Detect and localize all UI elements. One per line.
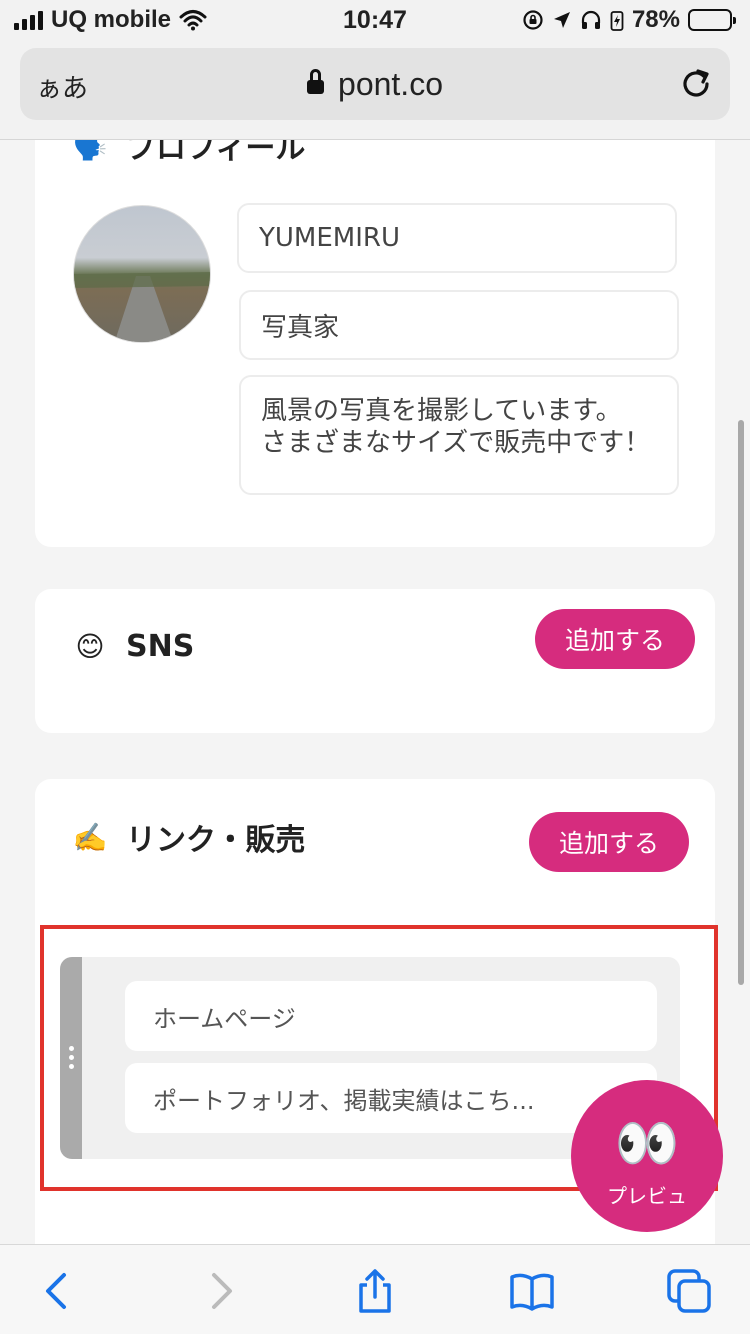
rotation-lock-icon: [523, 10, 543, 30]
occupation-field[interactable]: 写真家: [239, 290, 679, 360]
sns-title: SNS: [126, 628, 195, 664]
battery-percent: 78%: [631, 6, 680, 33]
address-bar[interactable]: ぁあ pont.co: [20, 48, 730, 120]
preview-button[interactable]: 👀 プレビュ: [571, 1080, 723, 1232]
back-icon[interactable]: [34, 1267, 82, 1315]
charging-icon: [610, 11, 624, 31]
lock-icon: [307, 69, 325, 94]
sns-card: 😊 SNS 追加する: [35, 589, 715, 733]
links-title: リンク・販売: [126, 823, 306, 858]
share-icon[interactable]: [351, 1267, 399, 1315]
status-bar: UQ mobile 10:47 78%: [0, 0, 750, 42]
eyes-icon: 👀: [614, 1114, 680, 1174]
url-host: pont.co: [338, 66, 443, 102]
avatar[interactable]: [73, 205, 211, 343]
sns-header: 😊 SNS: [70, 626, 194, 666]
occupation-field-value: 写真家: [261, 312, 340, 343]
name-field-value: YUMEMIRU: [259, 223, 400, 253]
avatar-photo: [74, 272, 210, 342]
profile-header: 🗣️ プロフィール: [70, 140, 306, 167]
browser-toolbar: [0, 1244, 750, 1334]
speaking-head-icon: 🗣️: [72, 140, 108, 162]
add-link-button[interactable]: 追加する: [529, 812, 689, 872]
smiling-face-icon: 😊: [75, 629, 105, 663]
battery-icon: [688, 9, 736, 31]
name-field[interactable]: YUMEMIRU: [237, 203, 677, 273]
page-content: 🗣️ プロフィール YUMEMIRU 写真家 風景の写真を撮影しています。 さま…: [0, 140, 750, 1244]
bio-textarea[interactable]: 風景の写真を撮影しています。 さまざまなサイズで販売中です！: [239, 375, 679, 495]
bookmarks-icon[interactable]: [508, 1267, 556, 1315]
profile-title: プロフィール: [126, 140, 306, 166]
tabs-icon[interactable]: [665, 1267, 713, 1315]
links-header: ✍️ リンク・販売: [70, 815, 306, 859]
profile-card: 🗣️ プロフィール YUMEMIRU 写真家 風景の写真を撮影しています。 さま…: [35, 140, 715, 547]
forward-icon[interactable]: [196, 1267, 244, 1315]
scrollbar[interactable]: [738, 420, 744, 985]
status-icons: 78%: [522, 6, 736, 34]
reload-icon[interactable]: [678, 66, 714, 102]
add-sns-button[interactable]: 追加する: [535, 609, 695, 669]
browser-address-area: ぁあ pont.co: [0, 42, 750, 140]
location-icon: [553, 12, 570, 28]
writing-hand-icon: ✍️: [72, 820, 108, 854]
headphones-icon: [581, 10, 601, 29]
preview-label: プレビュ: [607, 1184, 687, 1208]
bio-textarea-value: 風景の写真を撮影しています。 さまざまなサイズで販売中です！: [261, 396, 651, 458]
url-display[interactable]: pont.co: [20, 66, 730, 103]
